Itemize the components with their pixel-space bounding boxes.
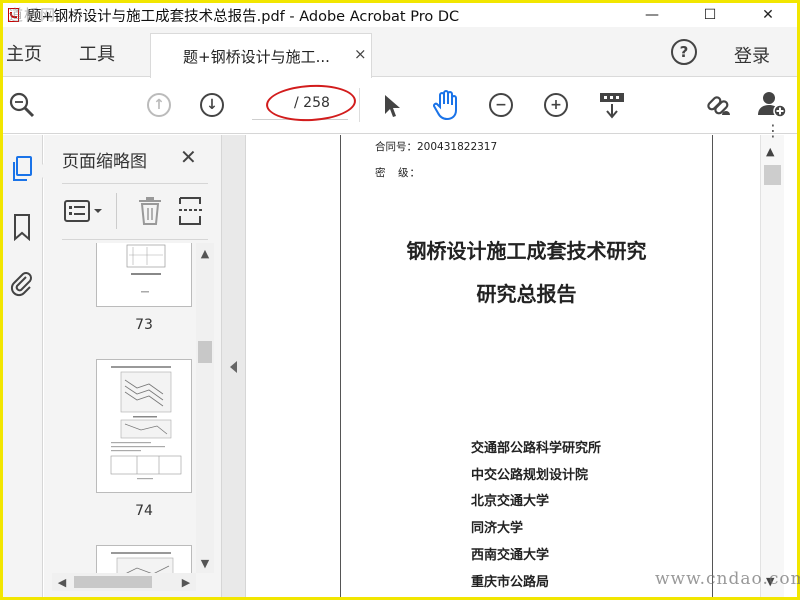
scroll-right-icon[interactable]: ▶ [178,574,194,590]
close-window-button[interactable]: ✕ [739,3,797,27]
zoom-out-icon[interactable]: − [489,93,513,117]
toolbar-separator [359,88,360,122]
thumbnail-page-number: 74 [135,503,153,519]
page-thumbnail[interactable] [96,243,192,307]
page-display-icon[interactable] [597,90,627,120]
institution: 重庆市公路局 [471,575,550,590]
divider [62,239,208,240]
tab-tools[interactable]: 工具 [79,40,115,66]
page-thumbnail[interactable] [96,545,192,573]
document-scrollbar[interactable]: ⋮ ▲ ▼ [760,121,784,597]
zoom-in-icon[interactable]: + [544,93,568,117]
document-page: 合同号：200431822317 密 级： 钢桥设计施工成套技术研究 研究总报告… [340,135,713,597]
bookmark-icon[interactable] [9,213,35,241]
divider [62,183,208,184]
thumbnail-tools [62,191,208,235]
scrollbar-thumb[interactable] [764,165,781,185]
scroll-down-icon[interactable]: ▼ [197,555,213,571]
login-button[interactable]: 登录 [734,42,770,68]
contract-number: 合同号：200431822317 [375,141,498,153]
collapse-panel-rail[interactable] [222,135,246,597]
select-cursor-icon[interactable] [381,92,403,120]
window-title: 题+钢桥设计与施工成套技术总报告.pdf - Adobe Acrobat Pro… [27,8,460,25]
scroll-left-icon[interactable]: ◀ [54,574,70,590]
more-options-icon[interactable]: ⋮ [765,121,781,140]
delete-page-icon[interactable] [138,196,162,230]
document-viewport[interactable]: 合同号：200431822317 密 级： 钢桥设计施工成套技术研究 研究总报告… [247,135,760,597]
tab-document[interactable]: 题+钢桥设计与施工... × [150,33,372,78]
institution: 同济大学 [471,521,524,536]
share-link-icon[interactable] [703,90,735,120]
institution: 北京交通大学 [471,494,550,509]
close-panel-button[interactable]: ✕ [180,145,197,169]
thumbnail-h-scrollbar[interactable]: ◀ ▶ [52,573,196,591]
panel-pointer [36,163,44,179]
previous-page-icon[interactable]: ↑ [147,93,171,117]
page-thumbnail[interactable] [96,359,192,493]
title-bar: 题+钢桥设计与施工成套技术总报告.pdf - Adobe Acrobat Pro… [3,3,797,27]
tab-document-label: 题+钢桥设计与施工... [183,48,330,66]
thumbnail-list: 73 74 [44,243,196,573]
thumbnail-scrollbar[interactable]: ▲ ▼ [196,243,214,573]
institution: 西南交通大学 [471,548,550,563]
thumbnail-options-icon[interactable] [64,199,104,229]
tools-separator [116,193,117,229]
search-icon[interactable] [7,90,37,120]
thumbnails-title: 页面缩略图 [62,152,147,172]
tab-home[interactable]: 主页 [6,40,42,66]
next-page-icon[interactable]: ↓ [200,93,224,117]
watermark-bottom: www.cndao.com [655,569,800,589]
scroll-up-icon[interactable]: ▲ [766,145,774,158]
scroll-up-icon[interactable]: ▲ [197,245,213,261]
toolbar: ↑ ↓ / 258 − + [3,78,797,134]
thumbnail-page-number: 73 [135,317,153,333]
hand-tool-icon[interactable] [431,88,463,122]
add-user-icon[interactable] [756,88,788,120]
maximize-button[interactable]: ☐ [681,3,739,27]
tab-bar: 主页 工具 题+钢桥设计与施工... × ? 登录 [3,27,797,78]
tab-close-button[interactable]: × [354,45,367,63]
minimize-button[interactable]: — [623,3,681,27]
extract-page-icon[interactable] [178,196,204,230]
watermark-top: 道桥网 [8,6,57,24]
scrollbar-thumb[interactable] [198,341,212,363]
page-thumbnails-icon[interactable] [9,155,35,183]
institution: 交通部公路科学研究所 [471,441,602,456]
help-icon[interactable]: ? [671,39,697,65]
attachment-icon[interactable] [9,269,35,297]
h-scrollbar-thumb[interactable] [74,576,152,588]
collapse-left-icon[interactable] [230,361,237,373]
thumbnails-panel: 页面缩略图 ✕ 73 74 ▲ ▼ ◀ ▶ [36,135,222,597]
secret-level: 密 级： [375,167,421,179]
institution: 中交公路规划设计院 [471,468,589,483]
document-subtitle: 研究总报告 [476,282,577,306]
document-title: 钢桥设计施工成套技术研究 [406,239,647,263]
left-nav-rail [3,135,43,597]
